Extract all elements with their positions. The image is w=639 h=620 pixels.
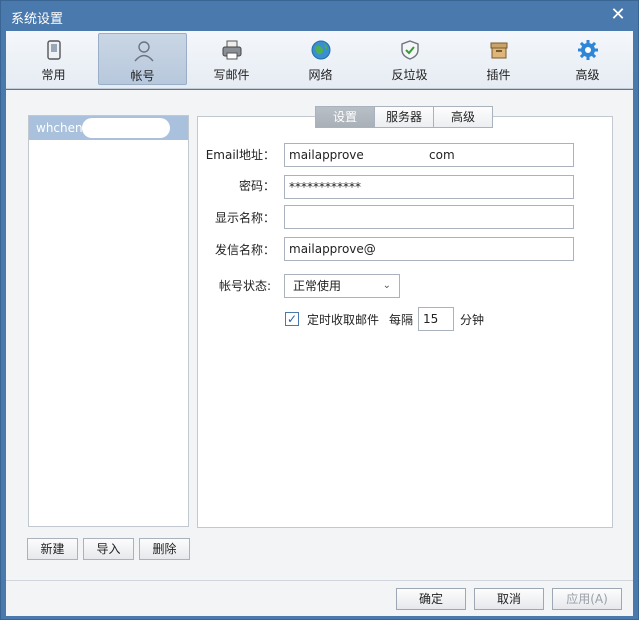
window-title: 系统设置 <box>11 12 64 27</box>
user-icon <box>134 41 154 62</box>
password-field[interactable]: ************ <box>284 175 574 199</box>
tab-bar: 设置 服务器 高级 <box>315 106 493 128</box>
toolbar-item-antispam[interactable]: 反垃圾 <box>365 33 454 85</box>
toolbar-label: 写邮件 <box>213 68 250 82</box>
unit-label: 分钟 <box>460 313 485 327</box>
toolbar-label: 常用 <box>41 68 66 82</box>
printer-icon <box>222 40 242 60</box>
sender-name-field[interactable]: mailapprove@ <box>284 237 574 261</box>
redaction <box>377 240 457 258</box>
account-status-select[interactable]: 正常使用 ⌄ <box>284 274 400 298</box>
toolbar-item-account[interactable]: 帐号 <box>98 33 187 85</box>
box-icon <box>490 42 508 59</box>
ok-button[interactable]: 确定 <box>396 588 466 610</box>
apply-button[interactable]: 应用(A) <box>552 588 622 610</box>
sender-name-label: 发信名称： <box>214 243 275 257</box>
toolbar-label: 高级 <box>575 68 600 82</box>
tab-server[interactable]: 服务器 <box>374 106 434 128</box>
list-item[interactable]: whchen <box>29 116 188 140</box>
phone-icon <box>47 40 61 60</box>
account-label: whchen <box>36 121 83 135</box>
every-label: 每隔 <box>389 313 414 327</box>
toolbar-item-compose[interactable]: 写邮件 <box>187 33 276 85</box>
new-account-button[interactable]: 新建 <box>27 538 78 560</box>
schedule-checkbox[interactable]: ✓ <box>285 312 299 326</box>
delete-account-button[interactable]: 删除 <box>139 538 190 560</box>
display-name-label: 显示名称： <box>214 211 275 225</box>
toolbar-item-plugins[interactable]: 插件 <box>454 33 543 85</box>
password-label: 密码： <box>238 179 275 193</box>
settings-panel: 设置 服务器 高级 Email地址： mailapprove com 密码： *… <box>197 106 613 528</box>
content-area: whchen 新建 导入 删除 设置 服务器 高级 Email地址： maila… <box>6 90 633 580</box>
toolbar-item-network[interactable]: 网络 <box>276 33 365 85</box>
titlebar: 系统设置 ✕ <box>1 1 638 31</box>
schedule-label: 定时收取邮件 <box>307 313 380 327</box>
toolbar-label: 帐号 <box>130 69 155 83</box>
dialog-footer: 确定 取消 应用(A) <box>6 580 633 616</box>
display-name-field[interactable] <box>284 205 574 229</box>
email-field[interactable]: mailapprove com <box>284 143 574 167</box>
close-icon[interactable]: ✕ <box>608 5 628 25</box>
toolbar-item-advanced[interactable]: 高级 <box>543 33 632 85</box>
status-label: 帐号状态: <box>218 279 271 293</box>
cancel-button[interactable]: 取消 <box>474 588 544 610</box>
toolbar: 常用 帐号 写邮件 网络 反垃圾 插件 高级 <box>6 31 633 89</box>
import-account-button[interactable]: 导入 <box>83 538 134 560</box>
gear-icon <box>578 40 598 60</box>
redaction <box>82 118 170 138</box>
email-label: Email地址： <box>205 148 275 162</box>
chevron-down-icon: ⌄ <box>382 280 391 291</box>
toolbar-item-general[interactable]: 常用 <box>9 33 98 85</box>
toolbar-label: 网络 <box>308 68 333 82</box>
tab-advanced[interactable]: 高级 <box>433 106 493 128</box>
globe-icon <box>311 40 331 60</box>
interval-field[interactable]: 15 <box>418 307 454 331</box>
tab-settings[interactable]: 设置 <box>315 106 375 128</box>
toolbar-label: 插件 <box>486 68 511 82</box>
shield-icon <box>401 40 419 60</box>
toolbar-label: 反垃圾 <box>391 68 428 82</box>
settings-window: 系统设置 ✕ 常用 帐号 写邮件 网络 反垃圾 插件 高级 whchen 新建 … <box>0 0 639 620</box>
redaction <box>365 146 427 164</box>
